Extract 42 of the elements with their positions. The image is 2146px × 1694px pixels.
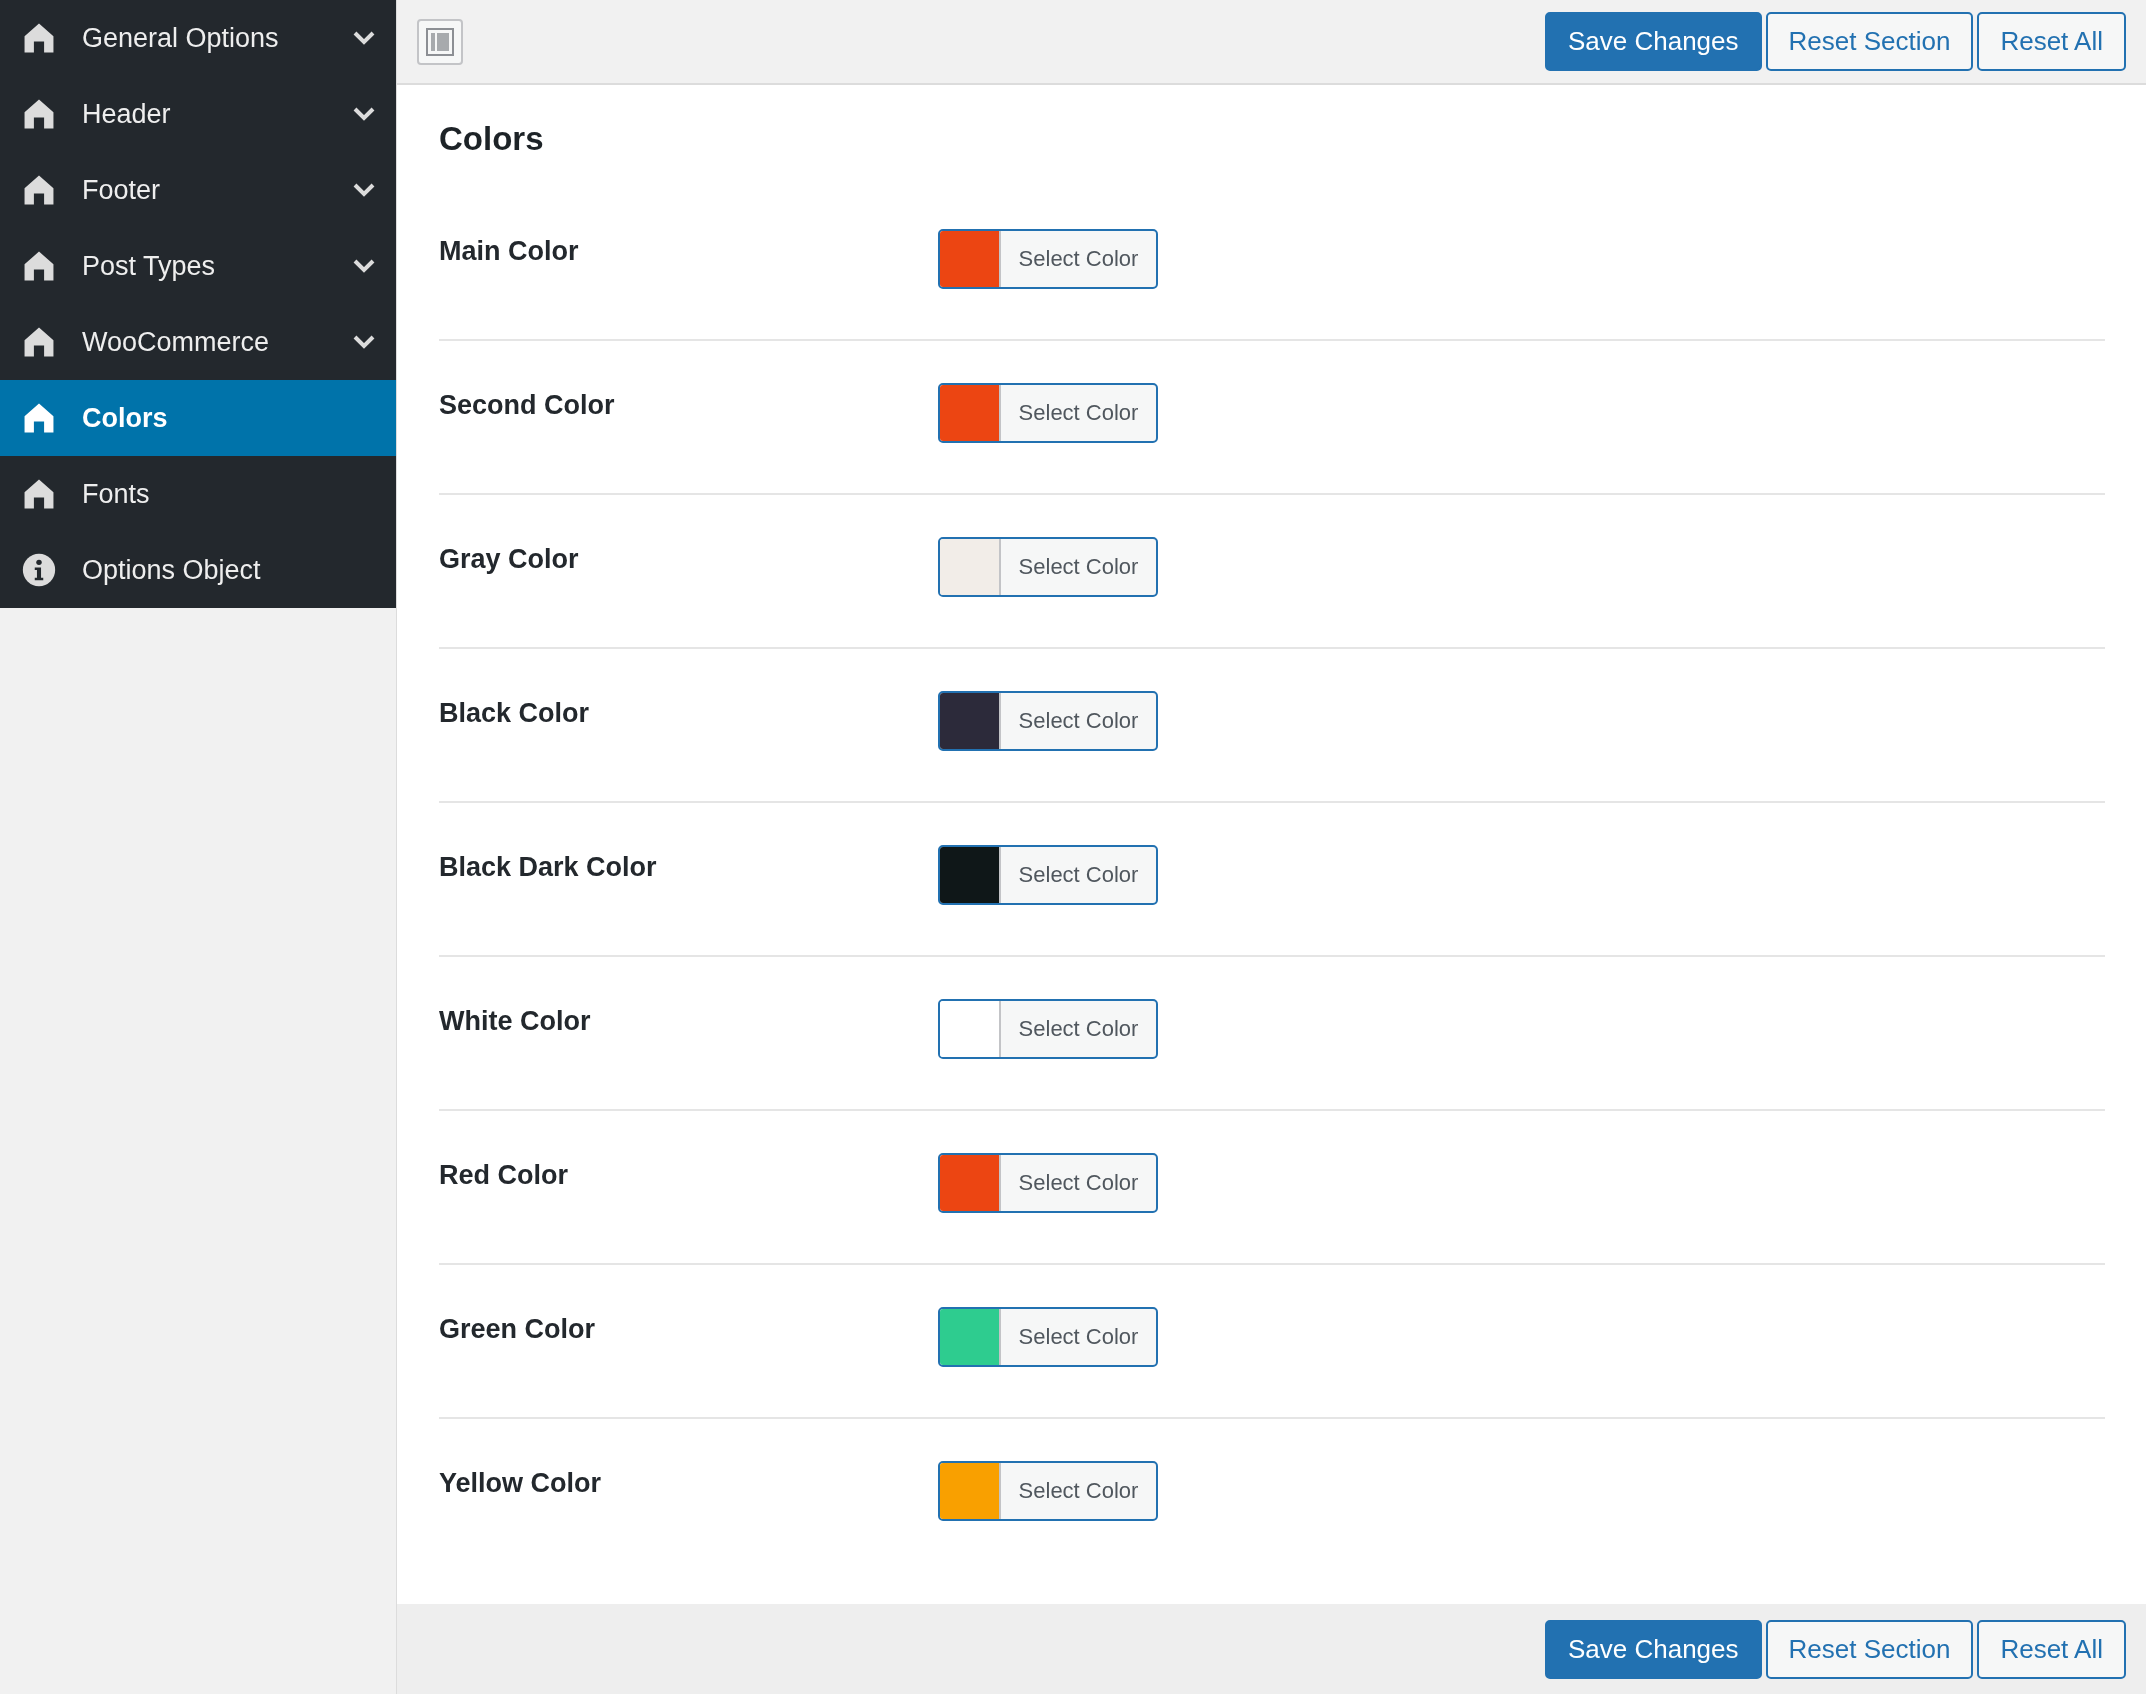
- sidebar-item[interactable]: Footer: [0, 152, 396, 228]
- field-label: White Color: [439, 1004, 592, 1038]
- color-picker-button[interactable]: Select Color: [938, 228, 1158, 289]
- color-picker-button[interactable]: Select Color: [938, 536, 1158, 597]
- color-picker-button[interactable]: Select Color: [938, 1152, 1158, 1213]
- bottom-button[interactable]: Reset Section: [1765, 1619, 1974, 1679]
- field-label: Main Color: [439, 234, 580, 268]
- home-icon: [22, 173, 56, 207]
- field-label: Second Color: [439, 388, 616, 422]
- color-picker-button[interactable]: Select Color: [938, 382, 1158, 443]
- sidebar-item[interactable]: Colors: [0, 380, 396, 456]
- color-picker-button[interactable]: Select Color: [938, 690, 1158, 751]
- bottom-button[interactable]: Reset All: [1977, 1619, 2126, 1679]
- home-icon: [22, 325, 56, 359]
- color-picker-button[interactable]: Select Color: [938, 1306, 1158, 1367]
- sidebar-item[interactable]: WooCommerce: [0, 304, 396, 380]
- color-picker-button[interactable]: Select Color: [938, 998, 1158, 1059]
- home-icon: [22, 401, 56, 435]
- color-picker-button[interactable]: Select Color: [938, 1460, 1158, 1521]
- field-label: Red Color: [439, 1158, 569, 1192]
- home-icon: [22, 477, 56, 511]
- info-icon: [22, 553, 56, 587]
- sidebar-item[interactable]: General Options: [0, 0, 396, 76]
- color-picker-button[interactable]: Select Color: [938, 844, 1158, 905]
- field-label: Green Color: [439, 1312, 597, 1346]
- bottom-button[interactable]: Save Changes: [1544, 1619, 1762, 1679]
- home-icon: [22, 21, 56, 55]
- field-label: Black Dark Color: [439, 850, 658, 884]
- home-icon: [22, 249, 56, 283]
- section-title: Colors: [439, 119, 545, 159]
- sidebar-item[interactable]: Header: [0, 76, 396, 152]
- sidebar-item[interactable]: Post Types: [0, 228, 396, 304]
- field-label: Gray Color: [439, 542, 580, 576]
- field-label: Yellow Color: [439, 1466, 603, 1500]
- sidebar-item[interactable]: Fonts: [0, 456, 396, 532]
- sidebar-item[interactable]: Options Object: [0, 532, 396, 608]
- top-button[interactable]: Reset Section: [1765, 12, 1974, 71]
- layout-toggle-icon[interactable]: [417, 18, 463, 65]
- top-button[interactable]: Reset All: [1977, 12, 2126, 71]
- top-button[interactable]: Save Changes: [1544, 12, 1762, 71]
- home-icon: [22, 97, 56, 131]
- field-label: Black Color: [439, 696, 591, 730]
